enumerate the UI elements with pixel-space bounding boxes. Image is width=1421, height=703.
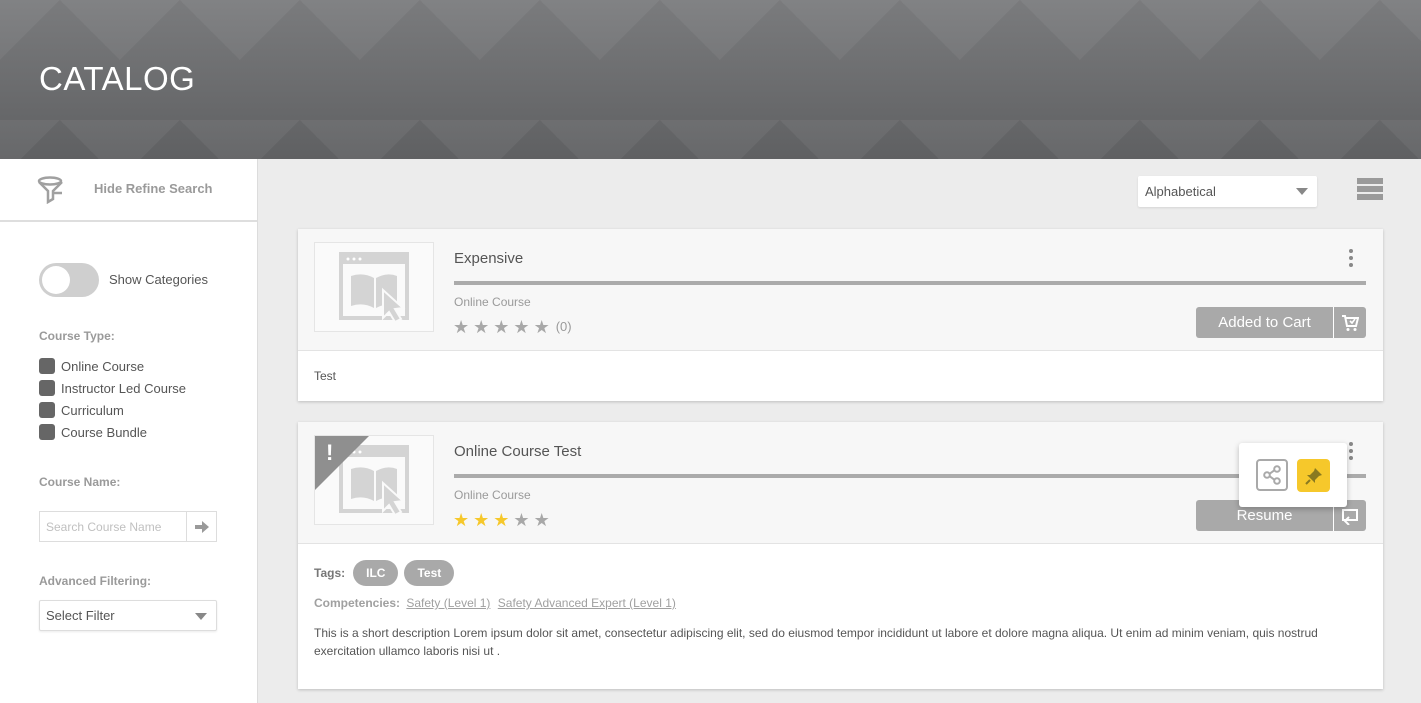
advanced-filter-select[interactable]: Select Filter (39, 600, 217, 631)
star-rating: ★ ★ ★ ★ ★ (453, 509, 554, 531)
checkbox-label: Course Bundle (61, 424, 147, 440)
checkbox-curriculum[interactable]: Curriculum (39, 401, 124, 419)
refine-sidebar: Hide Refine Search Show Categories Cours… (0, 159, 258, 703)
page-title: CATALOG (39, 60, 196, 97)
tag-ilc[interactable]: ILC (353, 560, 399, 586)
star-icon: ★ (493, 510, 510, 530)
progress-bar (454, 281, 1366, 285)
course-description: Test (314, 369, 337, 383)
course-card-online-course-test: ! Online Course Test Online Course ★ ★ ★… (298, 422, 1383, 689)
show-categories-label: Show Categories (109, 272, 208, 287)
more-options-icon[interactable] (1349, 249, 1353, 270)
tags-label: Tags: (314, 566, 346, 580)
star-icon: ★ (453, 510, 470, 530)
star-icon: ★ (453, 317, 470, 337)
checkbox-label: Online Course (61, 358, 145, 374)
more-options-icon[interactable] (1349, 442, 1353, 463)
checkbox[interactable] (39, 402, 55, 418)
course-title[interactable]: Expensive (454, 250, 523, 267)
search-submit-button[interactable] (186, 512, 216, 541)
advanced-filtering-label: Advanced Filtering: (39, 574, 152, 588)
course-name-label: Course Name: (39, 475, 121, 489)
tag-test[interactable]: Test (404, 560, 455, 586)
star-rating: ★ ★ ★ ★ ★ (0) (453, 316, 572, 338)
star-icon: ★ (533, 317, 550, 337)
pin-button[interactable] (1297, 459, 1330, 492)
arrow-right-icon (194, 520, 209, 533)
course-type: Online Course (454, 488, 531, 502)
alert-icon: ! (326, 440, 334, 465)
course-thumbnail[interactable] (314, 242, 434, 332)
checkbox[interactable] (39, 380, 55, 396)
star-icon: ★ (493, 317, 510, 337)
competencies-row: Competencies: Safety (Level 1) Safety Ad… (314, 596, 1367, 610)
refine-toggle-bar[interactable]: Hide Refine Search (0, 159, 257, 222)
checkbox[interactable] (39, 358, 55, 374)
list-view-icon[interactable] (1357, 178, 1383, 204)
checkbox-label: Curriculum (61, 402, 124, 418)
course-description: This is a short description Lorem ipsum … (314, 626, 1318, 658)
star-icon: ★ (473, 317, 490, 337)
competency-link[interactable]: Safety Advanced Expert (Level 1) (498, 596, 676, 610)
course-type-label: Course Type: (39, 329, 115, 343)
rating-count: (0) (555, 319, 572, 334)
course-thumbnail[interactable]: ! (314, 435, 434, 525)
action-label: Added to Cart (1196, 307, 1334, 338)
star-icon: ★ (513, 510, 530, 530)
checkbox-course-bundle[interactable]: Course Bundle (39, 423, 147, 441)
checkbox-online-course[interactable]: Online Course (39, 357, 144, 375)
share-button[interactable] (1256, 459, 1288, 491)
competency-link[interactable]: Safety (Level 1) (406, 596, 490, 610)
chevron-down-icon (1296, 188, 1308, 195)
star-icon: ★ (533, 510, 550, 530)
cart-icon (1334, 307, 1366, 338)
star-icon: ★ (473, 510, 490, 530)
competencies-label: Competencies: (314, 596, 401, 610)
progress-bar (454, 474, 1366, 478)
tags-row: Tags: ILC Test (314, 560, 1367, 586)
filter-select-value: Select Filter (46, 608, 115, 623)
star-icon: ★ (513, 317, 530, 337)
checkbox[interactable] (39, 424, 55, 440)
share-icon (1263, 465, 1281, 485)
search-course-name-input[interactable] (40, 512, 186, 541)
course-title[interactable]: Online Course Test (454, 443, 581, 460)
course-card-expensive: Expensive Online Course ★ ★ ★ ★ ★ (0) Ad… (298, 229, 1383, 401)
course-name-search (39, 511, 217, 542)
added-to-cart-button[interactable]: Added to Cart (1196, 307, 1366, 338)
checkbox-instructor-led-course[interactable]: Instructor Led Course (39, 379, 186, 397)
chevron-down-icon (195, 613, 207, 620)
sort-select[interactable]: Alphabetical (1138, 176, 1317, 207)
pin-icon (1304, 467, 1322, 485)
show-categories-toggle[interactable] (39, 263, 99, 297)
alert-flag (315, 436, 369, 490)
hide-refine-search-link[interactable]: Hide Refine Search (94, 181, 213, 196)
sort-select-value: Alphabetical (1145, 184, 1216, 199)
checkbox-label: Instructor Led Course (61, 380, 187, 396)
catalog-banner: CATALOG (0, 0, 1421, 159)
online-course-icon (339, 252, 409, 324)
funnel-icon (37, 176, 63, 204)
toggle-knob (42, 266, 70, 294)
course-type: Online Course (454, 295, 531, 309)
course-actions-popover (1239, 443, 1347, 507)
